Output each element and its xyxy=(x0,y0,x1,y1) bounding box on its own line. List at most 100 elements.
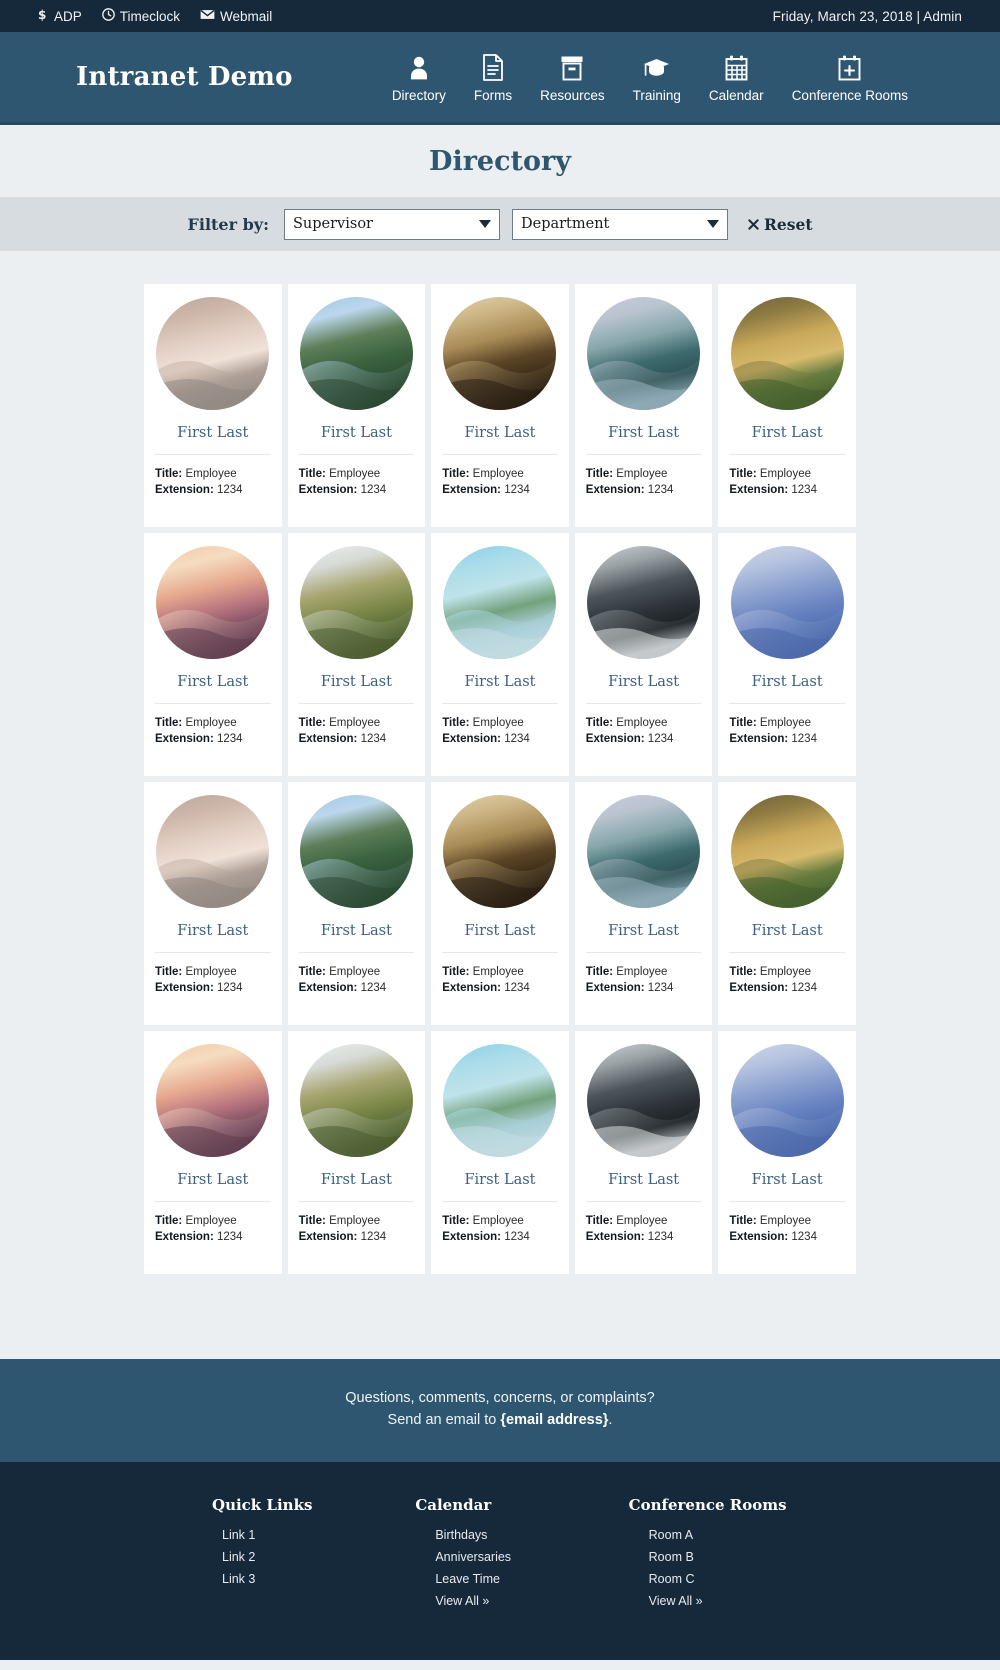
employee-name-link[interactable]: First Last xyxy=(442,1172,558,1202)
nav-item-forms[interactable]: Forms xyxy=(460,51,526,103)
nav-item-calendar[interactable]: Calendar xyxy=(695,51,778,103)
employee-name-link[interactable]: First Last xyxy=(298,1172,415,1202)
employee-title-value: Employee xyxy=(472,717,524,729)
avatar[interactable] xyxy=(299,297,413,410)
avatar[interactable] xyxy=(299,795,413,908)
nav-item-resources[interactable]: Resources xyxy=(526,51,619,103)
footer-link[interactable]: Room C xyxy=(649,1572,695,1586)
avatar[interactable] xyxy=(443,546,557,659)
employee-card[interactable]: First Last Title: Employee Extension: 1234 xyxy=(718,284,856,527)
footer-link[interactable]: View All » xyxy=(649,1594,703,1608)
employee-card[interactable]: First Last Title: Employee Extension: 1234 xyxy=(574,533,713,776)
nav-item-directory[interactable]: Directory xyxy=(378,51,460,103)
document-icon xyxy=(482,51,504,81)
avatar[interactable] xyxy=(587,546,701,659)
employee-name-link[interactable]: First Last xyxy=(442,425,558,455)
employee-extension-label: Extension: xyxy=(298,733,358,746)
employee-name-link[interactable]: First Last xyxy=(585,674,702,704)
employee-meta: Title: Employee Extension: 1234 xyxy=(586,964,702,997)
avatar[interactable] xyxy=(443,795,557,908)
employee-name-link[interactable]: First Last xyxy=(298,923,415,953)
employee-title-label: Title: xyxy=(298,717,326,729)
employee-card[interactable]: First Last Title: Employee Extension: 1234 xyxy=(431,284,569,527)
employee-card[interactable]: First Last Title: Employee Extension: 1234 xyxy=(718,782,856,1025)
utility-link-timeclock[interactable]: Timeclock xyxy=(101,8,180,24)
employee-card[interactable]: First Last Title: Employee Extension: 1234 xyxy=(287,782,426,1025)
avatar[interactable] xyxy=(730,1044,844,1157)
employee-card[interactable]: First Last Title: Employee Extension: 1234 xyxy=(431,533,569,776)
footer-link[interactable]: Leave Time xyxy=(435,1572,500,1586)
employee-extension-row: Extension: 1234 xyxy=(729,482,845,498)
employee-card[interactable]: First Last Title: Employee Extension: 1234 xyxy=(431,1031,569,1274)
employee-name-link[interactable]: First Last xyxy=(729,425,845,455)
employee-name-link[interactable]: First Last xyxy=(155,674,271,704)
footer-link[interactable]: Link 1 xyxy=(222,1528,255,1542)
footer-link[interactable]: Link 2 xyxy=(222,1550,255,1564)
employee-card[interactable]: First Last Title: Employee Extension: 1234 xyxy=(144,284,282,527)
footer-link[interactable]: Link 3 xyxy=(222,1572,255,1586)
footer-list-item: Room A xyxy=(649,1526,820,1544)
employee-card[interactable]: First Last Title: Employee Extension: 1234 xyxy=(287,1031,426,1274)
employee-name-link[interactable]: First Last xyxy=(585,923,702,953)
employee-name-link[interactable]: First Last xyxy=(729,674,845,704)
avatar[interactable] xyxy=(587,1044,701,1157)
utility-link-webmail[interactable]: Webmail xyxy=(200,9,272,24)
avatar[interactable] xyxy=(156,1044,270,1157)
nav-item-training[interactable]: Training xyxy=(619,51,695,103)
employee-title-value: Employee xyxy=(472,468,524,480)
avatar[interactable] xyxy=(730,795,844,908)
employee-name-link[interactable]: First Last xyxy=(442,923,558,953)
employee-card[interactable]: First Last Title: Employee Extension: 1234 xyxy=(574,1031,713,1274)
footer-link[interactable]: View All » xyxy=(435,1594,489,1608)
avatar[interactable] xyxy=(156,795,270,908)
employee-meta: Title: Employee Extension: 1234 xyxy=(729,466,845,499)
employee-card[interactable]: First Last Title: Employee Extension: 1234 xyxy=(144,782,282,1025)
employee-name-link[interactable]: First Last xyxy=(585,425,702,455)
avatar[interactable] xyxy=(299,546,413,659)
avatar[interactable] xyxy=(443,1044,557,1157)
email-link[interactable]: {email address} xyxy=(500,1412,608,1428)
employee-title-row: Title: Employee xyxy=(442,964,558,980)
employee-card[interactable]: First Last Title: Employee Extension: 1234 xyxy=(574,782,713,1025)
filter-bar: Filter by: Supervisor Department Reset xyxy=(0,197,1000,251)
employee-name-link[interactable]: First Last xyxy=(155,1172,271,1202)
employee-name-link[interactable]: First Last xyxy=(729,1172,845,1202)
employee-name-link[interactable]: First Last xyxy=(155,425,271,455)
supervisor-select[interactable]: Supervisor xyxy=(283,208,500,240)
employee-name-link[interactable]: First Last xyxy=(298,674,415,704)
nav-item-conference-rooms[interactable]: Conference Rooms xyxy=(778,51,922,103)
reset-button[interactable]: Reset xyxy=(748,215,812,234)
footer-link[interactable]: Birthdays xyxy=(435,1528,487,1542)
footer-link[interactable]: Room B xyxy=(649,1550,694,1564)
employee-card[interactable]: First Last Title: Employee Extension: 1234 xyxy=(287,284,426,527)
footer-list-item: Link 1 xyxy=(222,1526,393,1544)
avatar[interactable] xyxy=(299,1044,413,1157)
employee-name-link[interactable]: First Last xyxy=(442,674,558,704)
avatar[interactable] xyxy=(587,795,701,908)
nav-item-calendar-label: Calendar xyxy=(708,88,764,103)
employee-name-link[interactable]: First Last xyxy=(585,1172,702,1202)
avatar[interactable] xyxy=(730,297,844,410)
employee-card[interactable]: First Last Title: Employee Extension: 1234 xyxy=(574,284,713,527)
employee-card[interactable]: First Last Title: Employee Extension: 1234 xyxy=(287,533,426,776)
avatar[interactable] xyxy=(730,546,844,659)
avatar[interactable] xyxy=(443,297,557,410)
employee-card[interactable]: First Last Title: Employee Extension: 1234 xyxy=(718,533,856,776)
footer-link[interactable]: Anniversaries xyxy=(435,1550,511,1564)
employee-name-link[interactable]: First Last xyxy=(298,425,415,455)
avatar[interactable] xyxy=(587,297,701,410)
avatar[interactable] xyxy=(156,546,270,659)
department-select[interactable]: Department xyxy=(511,208,728,240)
employee-card[interactable]: First Last Title: Employee Extension: 1234 xyxy=(144,533,282,776)
avatar[interactable] xyxy=(156,297,270,410)
employee-card[interactable]: First Last Title: Employee Extension: 1234 xyxy=(718,1031,856,1274)
utility-link-adp[interactable]: $ ADP xyxy=(38,8,82,24)
employee-card[interactable]: First Last Title: Employee Extension: 1234 xyxy=(431,782,569,1025)
employee-meta: Title: Employee Extension: 1234 xyxy=(155,715,271,748)
employee-name-link[interactable]: First Last xyxy=(155,923,271,953)
footer-link[interactable]: Room A xyxy=(649,1528,693,1542)
employee-card[interactable]: First Last Title: Employee Extension: 1234 xyxy=(144,1031,282,1274)
employee-title-row: Title: Employee xyxy=(586,715,702,731)
employee-extension-value: 1234 xyxy=(360,733,387,746)
employee-name-link[interactable]: First Last xyxy=(729,923,845,953)
